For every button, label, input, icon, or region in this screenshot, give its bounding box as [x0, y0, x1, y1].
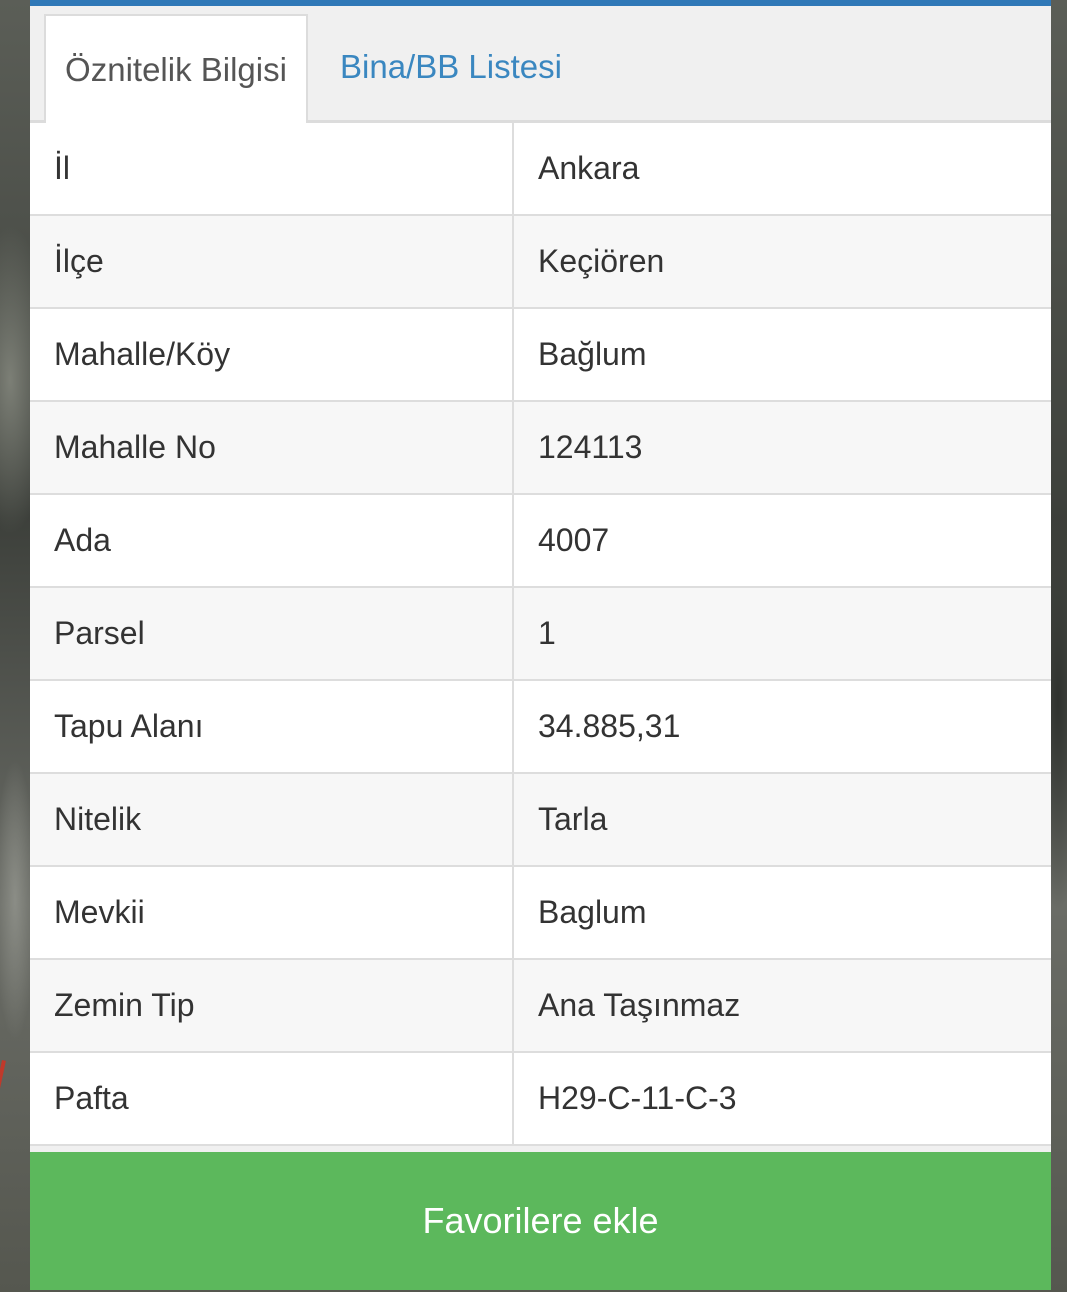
tab-bar: Öznitelik Bilgisi Bina/BB Listesi	[30, 6, 1051, 123]
attribute-key: Mahalle/Köy	[30, 309, 514, 400]
attribute-key: İl	[30, 123, 514, 214]
attribute-key: İlçe	[30, 216, 514, 307]
table-row: Mevkii Baglum	[30, 867, 1051, 960]
table-row: Tapu Alanı 34.885,31	[30, 681, 1051, 774]
table-row: Mahalle No 124113	[30, 402, 1051, 495]
table-row: İl Ankara	[30, 123, 1051, 216]
attribute-key: Mahalle No	[30, 402, 514, 493]
table-row: Ada 4007	[30, 495, 1051, 588]
attribute-key: Zemin Tip	[30, 960, 514, 1051]
attribute-table: İl Ankara İlçe Keçiören Mahalle/Köy Bağl…	[30, 123, 1051, 1146]
attribute-key: Nitelik	[30, 774, 514, 865]
attribute-key: Parsel	[30, 588, 514, 679]
attribute-value: 1	[538, 615, 556, 651]
table-row: Pafta H29-C-11-C-3	[30, 1053, 1051, 1146]
table-row: Parsel 1	[30, 588, 1051, 681]
attribute-value: Tarla	[538, 801, 608, 837]
tab-attribute-info[interactable]: Öznitelik Bilgisi	[44, 14, 308, 123]
attribute-value: 4007	[538, 522, 610, 558]
attribute-key: Ada	[30, 495, 514, 586]
add-to-favorites-button[interactable]: Favorilere ekle	[30, 1152, 1051, 1290]
table-row: Mahalle/Köy Bağlum	[30, 309, 1051, 402]
attribute-key: Pafta	[30, 1053, 514, 1144]
attribute-panel: Öznitelik Bilgisi Bina/BB Listesi İl Ank…	[30, 0, 1051, 1290]
attribute-value: Ana Taşınmaz	[538, 987, 741, 1023]
attribute-value: Bağlum	[538, 336, 647, 372]
table-row: Nitelik Tarla	[30, 774, 1051, 867]
tab-building-list[interactable]: Bina/BB Listesi	[340, 14, 562, 120]
table-row: İlçe Keçiören	[30, 216, 1051, 309]
attribute-value: 34.885,31	[538, 708, 681, 744]
attribute-value: Baglum	[538, 894, 647, 930]
attribute-key: Mevkii	[30, 867, 514, 958]
attribute-key: Tapu Alanı	[30, 681, 514, 772]
attribute-value: Ankara	[538, 150, 640, 186]
attribute-value: Keçiören	[538, 243, 665, 279]
attribute-value: H29-C-11-C-3	[538, 1080, 737, 1116]
attribute-value: 124113	[538, 429, 643, 465]
table-row: Zemin Tip Ana Taşınmaz	[30, 960, 1051, 1053]
